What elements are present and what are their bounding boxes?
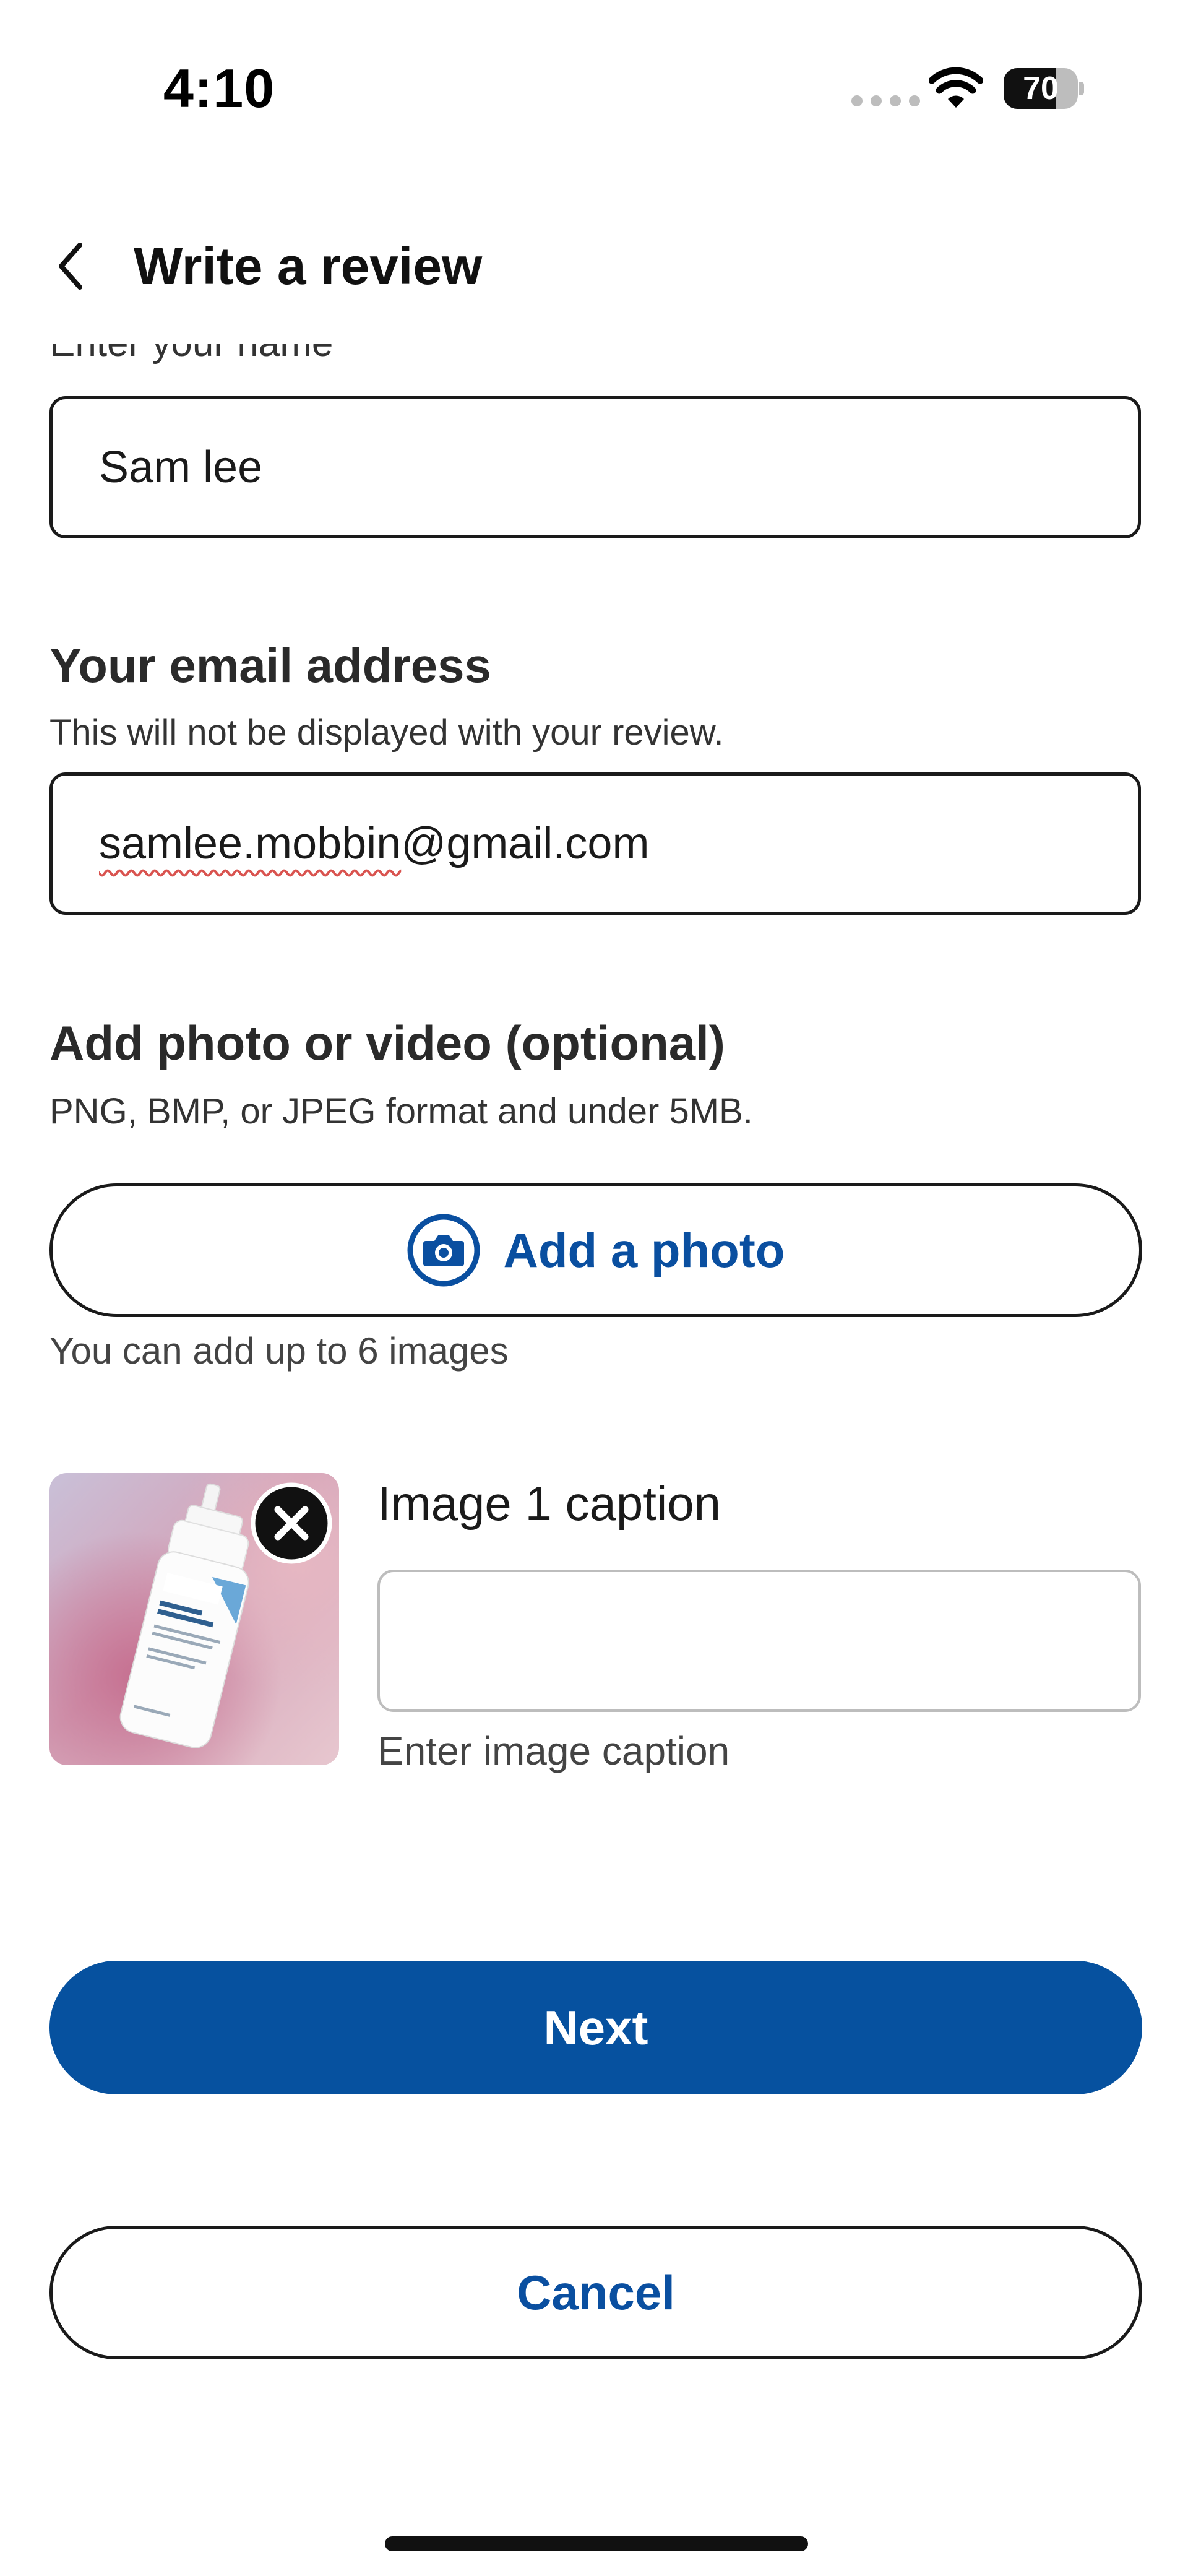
media-section-title: Add photo or video (optional): [50, 1016, 725, 1070]
email-section-subtitle: This will not be displayed with your rev…: [50, 712, 724, 753]
battery-level: 70: [1023, 71, 1059, 106]
email-section-title: Your email address: [50, 638, 491, 693]
camera-icon: [407, 1214, 480, 1287]
page-title: Write a review: [134, 237, 483, 295]
back-button[interactable]: [40, 235, 101, 297]
home-indicator[interactable]: [385, 2536, 808, 2551]
close-circle-icon[interactable]: [250, 1482, 333, 1565]
status-bar: 4:10 70: [0, 0, 1188, 142]
email-input[interactable]: samlee.mobbin @gmail.com: [50, 772, 1141, 915]
media-section-subtitle: PNG, BMP, or JPEG format and under 5MB.: [50, 1091, 753, 1131]
email-input-domain: @gmail.com: [401, 819, 650, 868]
image-limit-hint: You can add up to 6 images: [50, 1330, 509, 1372]
name-input[interactable]: Sam lee: [50, 396, 1141, 538]
header: Write a review: [0, 204, 1188, 328]
battery-indicator: 70: [1004, 68, 1084, 109]
image-1-caption-label: Image 1 caption: [377, 1476, 721, 1531]
add-photo-button[interactable]: Add a photo: [50, 1183, 1142, 1317]
image-1-caption-input[interactable]: [377, 1570, 1141, 1712]
cancel-button[interactable]: Cancel: [50, 2226, 1142, 2359]
next-button[interactable]: Next: [50, 1961, 1142, 2094]
name-input-value: Sam lee: [99, 443, 263, 492]
add-photo-label: Add a photo: [503, 1222, 785, 1277]
cellular-signal-icon: [851, 95, 920, 106]
image-1-caption-hint: Enter image caption: [377, 1729, 730, 1773]
email-input-local-part: samlee.mobbin: [99, 819, 402, 868]
wifi-icon: [929, 67, 983, 108]
status-time: 4:10: [163, 58, 275, 119]
chevron-left-icon: [59, 243, 82, 290]
name-field-label: Enter your name: [50, 344, 544, 378]
